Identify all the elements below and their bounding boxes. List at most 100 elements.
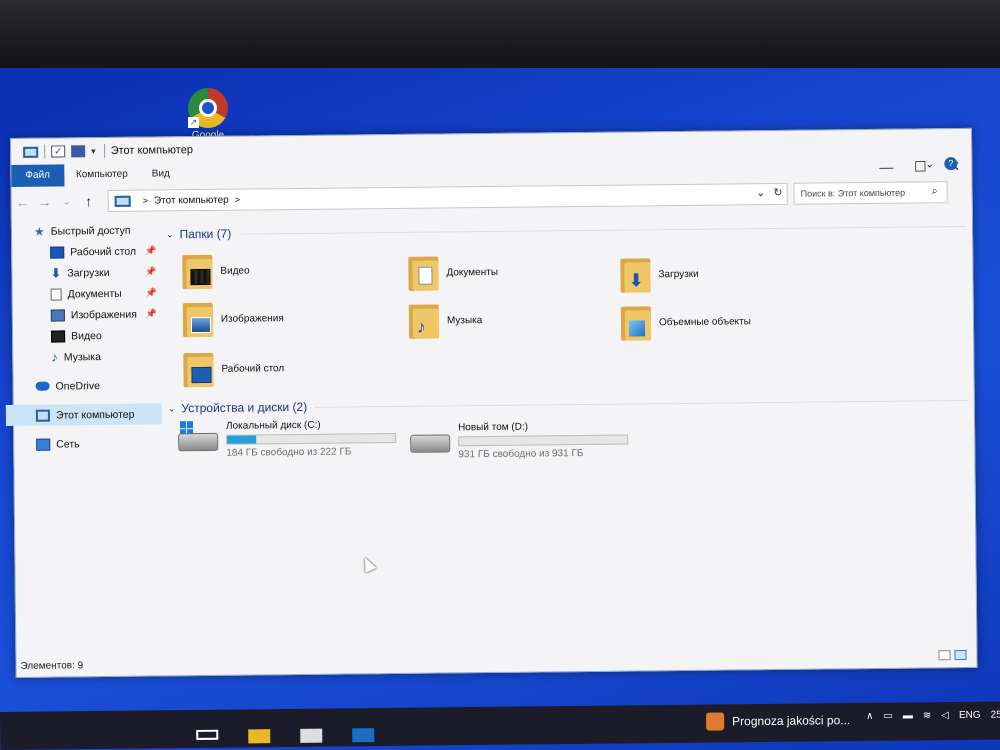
pin-icon[interactable]: 📌 (145, 287, 156, 298)
chevron-down-icon[interactable]: ⌄ (168, 403, 176, 414)
tab-computer[interactable]: Компьютер (64, 164, 140, 187)
pin-icon[interactable]: 📌 (145, 266, 156, 277)
folder-tile-documents[interactable]: Документы (408, 248, 498, 297)
drive-tile-d[interactable]: Новый том (D:) 931 ГБ свободно из 931 ГБ (410, 421, 629, 461)
properties-icon[interactable]: ✓ (51, 145, 66, 158)
drive-label: Новый том (D:) (458, 421, 529, 434)
back-button[interactable]: ← (12, 194, 34, 210)
meet-icon[interactable]: ▭ (883, 711, 893, 722)
system-drive-icon (178, 421, 219, 453)
recent-locations-icon[interactable]: ⌄ (56, 196, 78, 207)
folder-tile-video[interactable]: Видео (182, 246, 250, 295)
folders-group-header[interactable]: ⌄ Папки (7) (166, 217, 966, 243)
tab-view[interactable]: Вид (140, 163, 182, 185)
sidebar-item-network[interactable]: Сеть (14, 432, 162, 455)
sidebar-item-label: Этот компьютер (55, 408, 135, 422)
weather-text: Prognoza jakości po... (732, 713, 851, 729)
divider (239, 225, 966, 235)
cloud-icon (35, 381, 50, 391)
weather-icon (706, 712, 725, 731)
large-icons-view-icon[interactable] (954, 650, 967, 661)
forward-button[interactable]: → (34, 194, 56, 210)
pin-icon[interactable]: 📌 (146, 308, 157, 319)
sidebar-item-label: Документы (67, 287, 122, 300)
search-input[interactable]: Поиск в: Этот компьютер (793, 181, 948, 205)
sidebar-item-label: Изображения (70, 308, 137, 321)
sidebar-item-desktop[interactable]: Рабочий стол 📌 (12, 240, 160, 263)
folder-label: Видео (220, 264, 250, 277)
divider (103, 144, 105, 159)
window-title: Этот компьютер (110, 144, 193, 157)
network-icon (36, 438, 51, 451)
details-view-icon[interactable] (938, 650, 951, 661)
drive-free-space: 184 ГБ свободно из 222 ГБ (226, 446, 352, 459)
download-icon: ⬇ (50, 264, 62, 281)
computer-icon (114, 195, 131, 207)
folder-tile-3d-objects[interactable]: Объемные объекты (620, 297, 751, 346)
new-folder-icon[interactable] (71, 145, 86, 158)
clock[interactable]: 25 (991, 710, 1000, 721)
chevron-right-icon[interactable]: > (143, 196, 148, 206)
sidebar-item-this-pc[interactable]: Этот компьютер (5, 403, 163, 427)
outlook-icon[interactable] (352, 728, 375, 743)
sidebar-item-music[interactable]: ♪ Музыка (13, 345, 161, 368)
file-explorer-icon[interactable] (248, 729, 271, 744)
folder-tile-images[interactable]: Изображения (182, 294, 284, 343)
divider (315, 399, 968, 408)
explorer-window: ✓ ▾ Этот компьютер — ☐ ✕ Файл Компьютер … (5, 127, 978, 678)
chevron-up-icon[interactable]: ∧ (866, 711, 873, 722)
sidebar-item-label: Быстрый доступ (50, 224, 131, 238)
sidebar-item-video[interactable]: Видео (13, 324, 161, 347)
chevron-right-icon[interactable]: > (235, 195, 240, 205)
desktop-icon (50, 245, 65, 259)
group-title: Устройства и диски (2) (181, 399, 308, 416)
tab-file[interactable]: Файл (11, 164, 65, 187)
folder-label: Музыка (446, 314, 483, 326)
folder-label: Загрузки (658, 268, 699, 280)
drive-usage-fill (227, 435, 256, 444)
store-icon[interactable] (300, 728, 323, 743)
language-indicator[interactable]: ENG (959, 710, 981, 721)
star-icon: ★ (33, 224, 45, 239)
folder-tile-desktop[interactable]: Рабочий стол (183, 344, 284, 393)
folder-label: Документы (446, 266, 499, 278)
weather-widget[interactable]: Prognoza jakości po... (706, 711, 850, 731)
up-button[interactable]: ↑ (78, 193, 100, 209)
sidebar-item-documents[interactable]: Документы 📌 (13, 282, 161, 305)
sidebar-item-label: Рабочий стол (70, 245, 137, 258)
desktop-shortcut-google[interactable]: ↗ Google (184, 88, 232, 141)
sidebar-item-quick-access[interactable]: ★ Быстрый доступ (12, 219, 160, 242)
shortcut-arrow-icon: ↗ (188, 117, 199, 128)
volume-icon[interactable]: ◁ (941, 710, 949, 721)
drive-icon (410, 422, 451, 454)
sidebar-item-downloads[interactable]: ⬇ Загрузки 📌 (12, 261, 160, 284)
sidebar-item-onedrive[interactable]: OneDrive (13, 374, 161, 397)
pin-icon[interactable]: 📌 (145, 245, 156, 256)
search-icon[interactable]: ⌕ (932, 185, 966, 198)
address-dropdown-icon[interactable]: ⌄ (756, 186, 765, 199)
battery-icon[interactable]: ▬ (903, 710, 913, 721)
drives-group-header[interactable]: ⌄ Устройства и диски (2) (168, 391, 968, 417)
refresh-icon[interactable]: ↻ (773, 186, 782, 199)
folder-tile-downloads[interactable]: ⬇ Загрузки (620, 250, 699, 299)
drive-usage-bar (226, 432, 397, 445)
task-view-icon[interactable] (196, 729, 219, 740)
breadcrumb[interactable]: Этот компьютер (154, 194, 229, 206)
video-icon (51, 329, 66, 343)
folder-tile-music[interactable]: ♪ Музыка (408, 296, 483, 345)
content-pane: ⌄ Папки (7) Видео Документы ⬇ Загрузки И… (160, 211, 976, 649)
help-icon[interactable]: ? (944, 157, 958, 171)
wifi-icon[interactable]: ≋ (923, 710, 932, 721)
folder-label: Рабочий стол (221, 362, 285, 375)
sidebar-item-images[interactable]: Изображения 📌 (13, 303, 161, 326)
chevron-down-icon[interactable]: ⌄ (166, 229, 174, 240)
3d-objects-folder-icon (620, 304, 652, 341)
expand-ribbon-icon[interactable]: ⌄ (925, 157, 934, 170)
customize-toolbar-icon[interactable]: ▾ (91, 146, 96, 157)
document-icon (50, 287, 62, 301)
music-folder-icon: ♪ (408, 303, 440, 339)
address-bar[interactable]: > Этот компьютер > ⌄ ↻ (107, 182, 788, 212)
drive-tile-c[interactable]: Локальный диск (C:) 184 ГБ свободно из 2… (178, 419, 397, 459)
ribbon-right: ⌄ ? (925, 157, 958, 171)
downloads-folder-icon: ⬇ (620, 256, 651, 293)
